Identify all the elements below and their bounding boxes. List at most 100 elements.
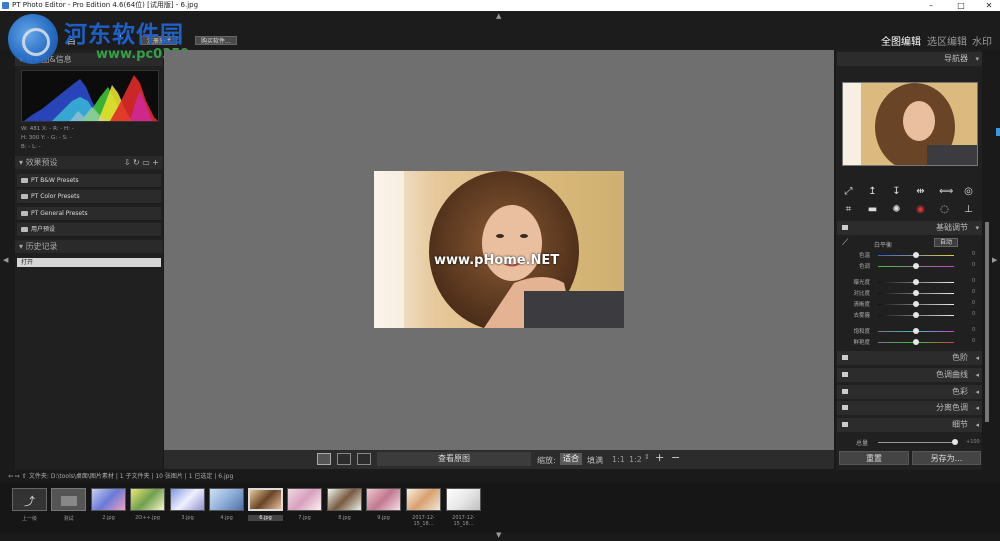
levels-title: 色阶 [952,353,968,362]
preset-actions-icon[interactable]: ⇩ ↻ ▭ + [124,156,159,169]
slider-knob[interactable] [913,263,919,269]
levels-header[interactable]: 色阶 ◂ [837,351,982,365]
right-scrollbar[interactable] [985,222,989,422]
exposure-slider[interactable] [878,279,954,285]
vibrance-slider[interactable] [878,339,954,345]
tab-watermark[interactable]: 水印 [972,33,992,48]
nav-arrows-icon[interactable]: ⇦ ⇨ ⇧ [8,473,29,480]
tab-selection-edit[interactable]: 选区编辑 [927,33,967,48]
basic-adjust-header[interactable]: 基础调节 ▾ [837,221,982,235]
temperature-slider[interactable] [878,252,954,258]
tone-curve-header[interactable]: 色调曲线 ◂ [837,368,982,382]
contrast-value: 0 [972,289,976,295]
thumb-6-selected[interactable] [248,488,283,511]
single-view-icon[interactable] [317,453,331,465]
perspective-icon[interactable]: ↧ [891,186,902,197]
gradient-icon[interactable]: ▬ [867,204,878,215]
stack-view-icon[interactable] [357,453,371,465]
history-title: 历史记录 [25,242,58,251]
slider-knob[interactable] [913,328,919,334]
split-tone-title: 分离色调 [936,403,968,412]
history-item[interactable]: 打开 [17,258,161,267]
radial-icon[interactable]: ◎ [963,186,974,197]
reset-button[interactable]: 重置 [839,451,909,465]
thumb-3[interactable] [170,488,205,511]
thumb-2[interactable] [91,488,126,511]
slider-knob[interactable] [913,279,919,285]
color-header[interactable]: 色彩 ◂ [837,385,982,399]
thumb-4[interactable] [209,488,244,511]
compare-original-button[interactable]: 查看原图 [377,452,531,466]
thumb-8[interactable] [327,488,362,511]
slider-knob[interactable] [913,312,919,318]
flip-icon[interactable]: ⇹ [915,186,926,197]
transform-icon[interactable]: ⤢ [843,186,854,197]
thumb-2017-b[interactable] [446,488,481,511]
distort-icon[interactable]: ⟺ [939,186,953,197]
close-button[interactable]: ✕ [979,0,999,11]
zoom-out-button[interactable]: − [671,451,680,464]
zoom-stepper-icon[interactable]: ⇕ [644,453,650,461]
split-view-icon[interactable] [337,453,351,465]
spot-heal-icon[interactable]: ✺ [891,204,902,215]
split-tone-header[interactable]: 分离色调 ◂ [837,401,982,415]
collapse-bottom-icon[interactable]: ▼ [496,531,501,539]
detail-header[interactable]: 细节 ◂ [837,418,982,432]
thumb-folder[interactable] [51,488,86,511]
thumb-2o[interactable] [130,488,165,511]
red-eye-icon[interactable]: ◉ [915,204,926,215]
right-edge-tab[interactable] [996,128,1000,136]
tint-slider[interactable] [878,263,954,269]
maximize-button[interactable]: □ [951,0,971,11]
saturation-slider[interactable] [878,328,954,334]
photo-preview[interactable]: www.pHome.NET [374,171,624,328]
preset-color[interactable]: PT Color Presets [17,190,161,204]
crop-icon[interactable]: ⌗ [843,204,854,215]
contrast-slider[interactable] [878,290,954,296]
collapse-right-icon[interactable]: ▶ [992,256,997,264]
brush-icon[interactable]: ◌ [939,204,950,215]
thumb-7[interactable] [287,488,322,511]
clarity-slider[interactable] [878,301,954,307]
white-balance-label: 白平衡 [874,242,893,249]
history-header[interactable]: ▾ 历史记录 [15,240,163,253]
slider-knob[interactable] [913,252,919,258]
zoom-1-2-button[interactable]: 1:2 [629,455,642,464]
dehaze-slider[interactable] [878,312,954,318]
straighten-icon[interactable]: ↥ [867,186,878,197]
zoom-in-button[interactable]: + [655,451,664,464]
preset-user[interactable]: 用户预设 [17,223,161,237]
preset-label: PT General Presets [31,210,88,217]
clone-stamp-icon[interactable]: ⊥ [963,204,974,215]
eyedropper-icon[interactable]: ⟋ [842,238,848,248]
zoom-fit-button[interactable]: 适合 [560,453,582,465]
save-as-button[interactable]: 另存为... [912,451,981,465]
slider-knob[interactable] [952,439,958,445]
photo-eye-l [496,234,504,238]
thumb-2017-a[interactable] [406,488,441,511]
navigator-header[interactable]: 导航器 ▾ [837,52,982,66]
presets-header[interactable]: ▾ 效果预设 ⇩ ↻ ▭ + [15,156,163,169]
collapse-left-icon[interactable]: ◀ [3,256,8,264]
auto-button[interactable]: 自动 [934,238,958,247]
thumb-label: 3.jpg [181,515,194,521]
slider-knob[interactable] [913,301,919,307]
tab-full-edit[interactable]: 全图编辑 [881,33,921,48]
collapse-top-icon[interactable]: ▲ [496,12,501,20]
preset-general[interactable]: PT General Presets [17,207,161,221]
zoom-1-1-button[interactable]: 1:1 [612,455,625,464]
navigator-thumbnail[interactable] [842,82,978,166]
info-row-3: B: - L: - [21,144,41,150]
total-slider[interactable] [878,439,958,445]
tone-curve-title: 色调曲线 [936,370,968,379]
navigator-image [843,83,977,165]
minimize-button[interactable]: – [921,0,941,11]
zoom-fill-button[interactable]: 填满 [587,455,603,466]
slider-label-clarity: 清晰度 [853,302,870,308]
slider-knob[interactable] [913,339,919,345]
thumb-up-folder[interactable]: ⤴ [12,488,47,511]
thumb-9[interactable] [366,488,401,511]
preset-bw[interactable]: PT B&W Presets [17,174,161,188]
toggle-icon [842,389,848,394]
slider-knob[interactable] [913,290,919,296]
